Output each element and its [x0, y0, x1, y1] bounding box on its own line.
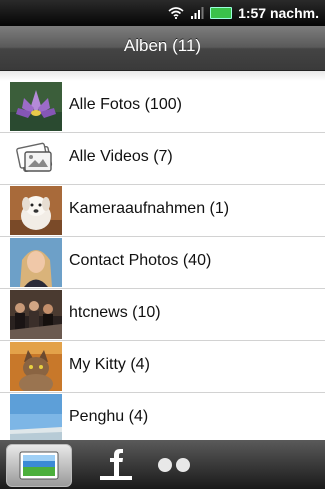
album-row-kameraaufnahmen[interactable]: Kameraaufnahmen (1) [0, 185, 325, 237]
battery-icon [210, 7, 233, 19]
album-row-my-kitty[interactable]: My Kitty (4) [0, 341, 325, 393]
dog-thumbnail [10, 186, 62, 235]
flickr-icon [158, 458, 190, 472]
album-label: Alle Fotos (100) [69, 96, 182, 113]
album-label: Contact Photos (40) [69, 252, 212, 269]
album-label: htcnews (10) [69, 304, 161, 321]
album-row-alle-videos[interactable]: Alle Videos (7) [0, 133, 325, 185]
page-title: Alben (11) [123, 36, 202, 55]
status-icons: 1:57 nachm. [168, 4, 319, 22]
bottom-tab-bar [0, 440, 325, 489]
lotus-flower-thumbnail [10, 82, 62, 131]
landscape-thumbnail [10, 394, 62, 443]
people-thumbnail [10, 290, 62, 339]
album-row-penghu[interactable]: Penghu (4) [0, 393, 325, 445]
facebook-icon [100, 449, 132, 480]
tab-flickr[interactable] [150, 444, 200, 485]
cat-thumbnail [10, 342, 62, 391]
tab-facebook[interactable] [96, 444, 136, 485]
album-label: Alle Videos (7) [69, 148, 173, 165]
tab-gallery[interactable] [6, 444, 72, 487]
album-label: Kameraaufnahmen (1) [69, 200, 230, 217]
album-list: Alle Fotos (100) Alle Videos (7) Kameraa… [0, 81, 325, 445]
album-row-htcnews[interactable]: htcnews (10) [0, 289, 325, 341]
status-time: 1:57 nachm. [238, 5, 319, 21]
album-row-alle-fotos[interactable]: Alle Fotos (100) [0, 81, 325, 133]
header-shadow [0, 71, 325, 81]
signal-icon [191, 7, 204, 19]
title-bar: Alben (11) [0, 26, 325, 71]
album-label: Penghu (4) [69, 408, 149, 425]
gallery-icon [19, 451, 59, 480]
wifi-icon [168, 7, 184, 19]
video-icon [10, 134, 62, 183]
status-bar: 1:57 nachm. [0, 0, 325, 26]
woman-portrait-thumbnail [10, 238, 62, 287]
album-row-contact-photos[interactable]: Contact Photos (40) [0, 237, 325, 289]
album-label: My Kitty (4) [69, 356, 150, 373]
